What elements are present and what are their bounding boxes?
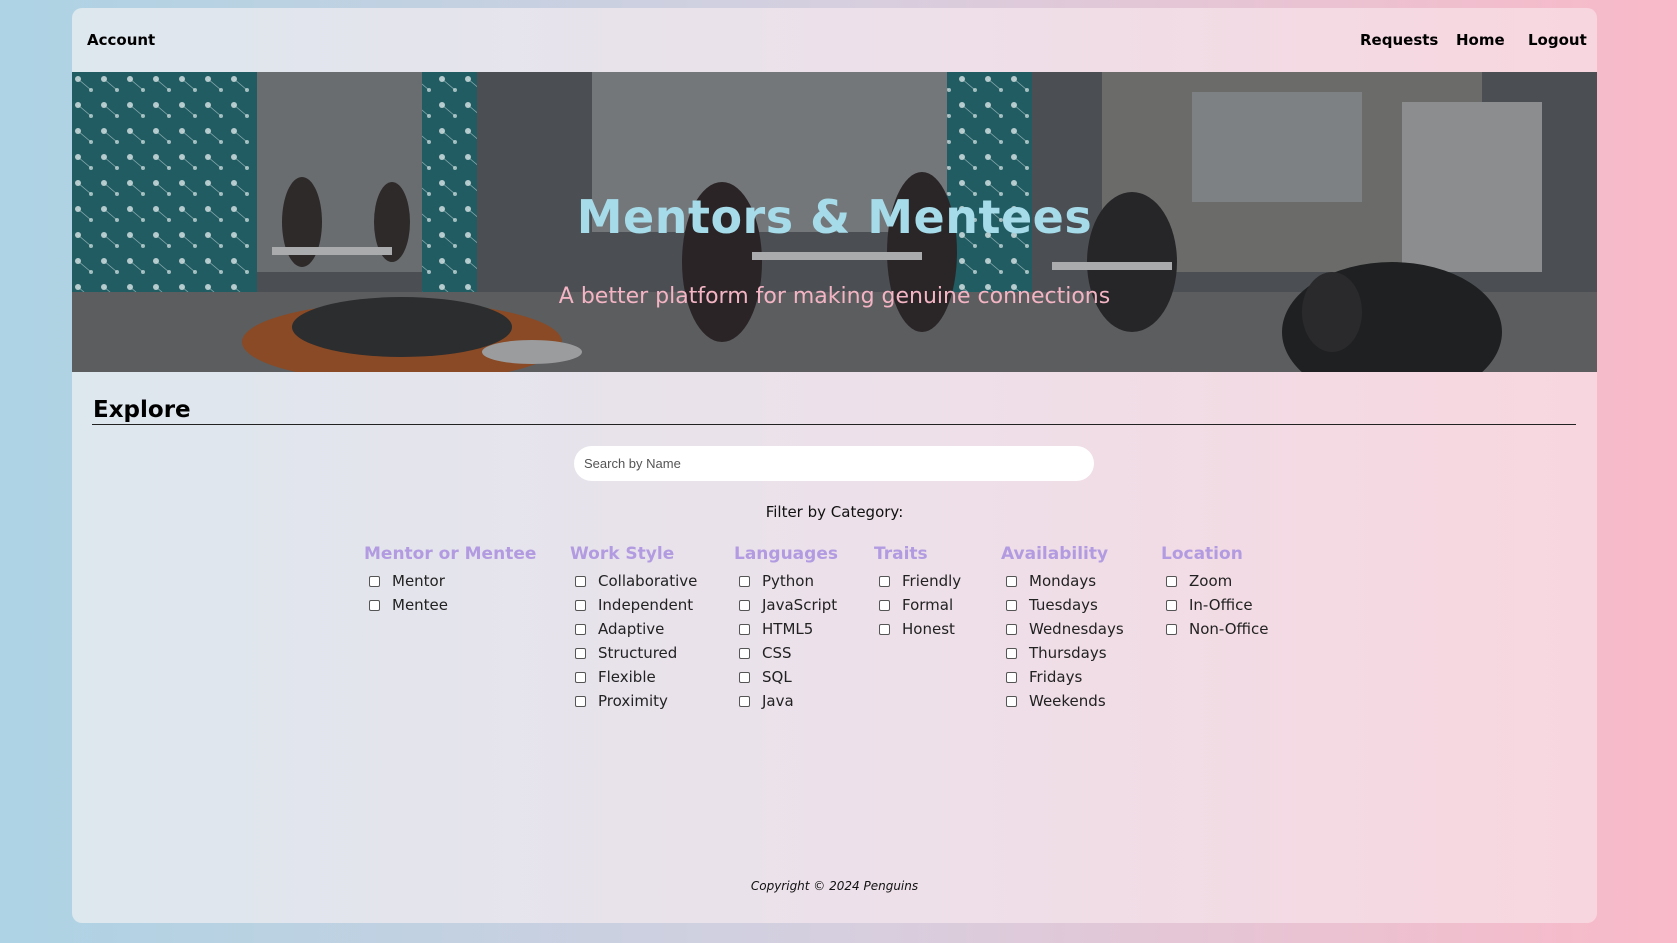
filter-option-css[interactable]: CSS bbox=[734, 641, 838, 665]
nav-account-link[interactable]: Account bbox=[87, 31, 155, 49]
filter-option-structured[interactable]: Structured bbox=[570, 641, 697, 665]
filter-group-title: Location bbox=[1161, 544, 1243, 564]
filter-option-tuesdays[interactable]: Tuesdays bbox=[1001, 593, 1124, 617]
explore-heading: Explore bbox=[93, 397, 191, 423]
filter-option-mentee[interactable]: Mentee bbox=[364, 593, 536, 617]
filter-option-python[interactable]: Python bbox=[734, 569, 838, 593]
checkbox[interactable] bbox=[1166, 599, 1177, 611]
checkbox[interactable] bbox=[739, 647, 750, 659]
search-input[interactable] bbox=[574, 446, 1094, 481]
filter-option-mondays[interactable]: Mondays bbox=[1001, 569, 1124, 593]
filter-option-java[interactable]: Java bbox=[734, 689, 838, 713]
top-nav: Account Requests Home Logout bbox=[72, 8, 1597, 72]
checkbox[interactable] bbox=[1006, 599, 1017, 611]
filter-option-weekends[interactable]: Weekends bbox=[1001, 689, 1124, 713]
filter-option-sql[interactable]: SQL bbox=[734, 665, 838, 689]
filter-option-formal[interactable]: Formal bbox=[874, 593, 961, 617]
filter-option-in-office[interactable]: In-Office bbox=[1161, 593, 1269, 617]
filter-option-flexible[interactable]: Flexible bbox=[570, 665, 697, 689]
filter-option-javascript[interactable]: JavaScript bbox=[734, 593, 838, 617]
filter-option-html5[interactable]: HTML5 bbox=[734, 617, 838, 641]
footer-copyright: Copyright © 2024 Penguins bbox=[750, 879, 919, 893]
nav-logout-link[interactable]: Logout bbox=[1528, 31, 1587, 49]
checkbox[interactable] bbox=[739, 575, 750, 587]
filter-group-traits: Traits Friendly Formal Honest bbox=[874, 544, 961, 641]
filter-group-location: Location Zoom In-Office Non-Office bbox=[1161, 544, 1269, 641]
checkbox[interactable] bbox=[575, 599, 586, 611]
checkbox[interactable] bbox=[879, 623, 890, 635]
checkbox[interactable] bbox=[369, 575, 380, 587]
checkbox[interactable] bbox=[575, 671, 586, 683]
checkbox[interactable] bbox=[739, 623, 750, 635]
checkbox[interactable] bbox=[739, 695, 750, 707]
filter-option-wednesdays[interactable]: Wednesdays bbox=[1001, 617, 1124, 641]
checkbox[interactable] bbox=[879, 575, 890, 587]
checkbox[interactable] bbox=[1006, 695, 1017, 707]
filter-group-title: Traits bbox=[874, 544, 928, 564]
checkbox[interactable] bbox=[1166, 575, 1177, 587]
filter-group-work-style: Work Style Collaborative Independent Ada… bbox=[570, 544, 697, 713]
checkbox[interactable] bbox=[879, 599, 890, 611]
nav-requests-link[interactable]: Requests bbox=[1360, 31, 1438, 49]
checkbox[interactable] bbox=[575, 575, 586, 587]
checkbox[interactable] bbox=[1006, 671, 1017, 683]
checkbox[interactable] bbox=[1006, 647, 1017, 659]
filter-group-title: Languages bbox=[734, 544, 838, 564]
filter-option-collaborative[interactable]: Collaborative bbox=[570, 569, 697, 593]
filter-option-adaptive[interactable]: Adaptive bbox=[570, 617, 697, 641]
explore-divider bbox=[92, 424, 1576, 425]
page-card: Account Requests Home Logout Mentors & M… bbox=[72, 8, 1597, 923]
hero-subtitle: A better platform for making genuine con… bbox=[558, 284, 1111, 309]
nav-home-link[interactable]: Home bbox=[1456, 31, 1505, 49]
filter-option-thursdays[interactable]: Thursdays bbox=[1001, 641, 1124, 665]
filter-option-zoom[interactable]: Zoom bbox=[1161, 569, 1269, 593]
filter-group-title: Work Style bbox=[570, 544, 675, 564]
filter-group-mentor-or-mentee: Mentor or Mentee Mentor Mentee bbox=[364, 544, 536, 617]
checkbox[interactable] bbox=[369, 599, 380, 611]
checkbox[interactable] bbox=[739, 671, 750, 683]
checkbox[interactable] bbox=[575, 647, 586, 659]
checkbox[interactable] bbox=[1166, 623, 1177, 635]
filter-option-fridays[interactable]: Fridays bbox=[1001, 665, 1124, 689]
filter-group-title: Mentor or Mentee bbox=[364, 544, 537, 564]
checkbox[interactable] bbox=[575, 623, 586, 635]
filter-group-availability: Availability Mondays Tuesdays Wednesdays… bbox=[1001, 544, 1124, 713]
filter-option-honest[interactable]: Honest bbox=[874, 617, 961, 641]
checkbox[interactable] bbox=[575, 695, 586, 707]
hero-banner: Mentors & Mentees A better platform for … bbox=[72, 72, 1597, 372]
checkbox[interactable] bbox=[1006, 623, 1017, 635]
filter-option-friendly[interactable]: Friendly bbox=[874, 569, 961, 593]
filter-option-independent[interactable]: Independent bbox=[570, 593, 697, 617]
checkbox[interactable] bbox=[1006, 575, 1017, 587]
filter-option-non-office[interactable]: Non-Office bbox=[1161, 617, 1269, 641]
filter-by-category-label: Filter by Category: bbox=[765, 503, 904, 521]
hero-title: Mentors & Mentees bbox=[576, 190, 1093, 244]
filter-group-title: Availability bbox=[1001, 544, 1109, 564]
filter-group-languages: Languages Python JavaScript HTML5 CSS SQ… bbox=[734, 544, 838, 713]
filter-option-proximity[interactable]: Proximity bbox=[570, 689, 697, 713]
checkbox[interactable] bbox=[739, 599, 750, 611]
filter-option-mentor[interactable]: Mentor bbox=[364, 569, 536, 593]
